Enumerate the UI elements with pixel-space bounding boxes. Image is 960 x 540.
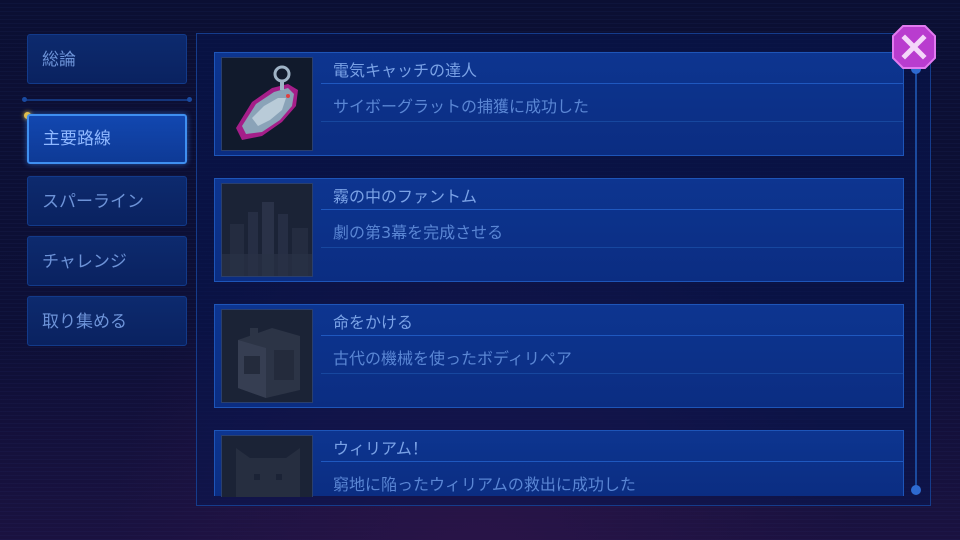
close-button[interactable] (891, 24, 937, 70)
scrollbar-end (911, 485, 921, 495)
achievement-title: 命をかける (333, 313, 414, 332)
sidebar-item-challenge[interactable]: チャレンジ (27, 236, 187, 286)
achievement-card[interactable]: 霧の中のファントム 劇の第3幕を完成させる (214, 178, 904, 282)
divider (321, 247, 903, 248)
sidebar-divider (22, 97, 192, 102)
sidebar-item-main-route[interactable]: 主要路線 (27, 114, 187, 164)
divider (321, 121, 903, 122)
achievement-title: ウィリアム！ (333, 439, 428, 458)
achievement-title: 電気キャッチの達人 (333, 61, 478, 80)
achievement-card[interactable]: ウィリアム！ 窮地に陥ったウィリアムの救出に成功した (214, 430, 904, 497)
cat-william-icon (221, 435, 313, 497)
sidebar-item-overview[interactable]: 総論 (27, 34, 187, 84)
achievement-description: 古代の機械を使ったボディリペア (333, 349, 572, 368)
foggy-city-icon (221, 183, 313, 277)
divider (321, 461, 903, 462)
achievement-title: 霧の中のファントム (333, 187, 478, 206)
ancient-machine-icon (221, 309, 313, 403)
cyborg-rat-icon (221, 57, 313, 151)
achievement-card[interactable]: 電気キャッチの達人 サイボーグラットの捕獲に成功した (214, 52, 904, 156)
divider (321, 209, 903, 210)
achievement-description: 劇の第3幕を完成させる (333, 223, 504, 242)
achievement-description: 窮地に陥ったウィリアムの救出に成功した (333, 475, 636, 494)
close-icon (892, 25, 936, 69)
divider (321, 373, 903, 374)
divider (321, 83, 903, 84)
achievement-description: サイボーグラットの捕獲に成功した (333, 97, 590, 116)
divider (321, 335, 903, 336)
sidebar-item-sideline[interactable]: スパーライン (27, 176, 187, 226)
achievement-card[interactable]: 命をかける 古代の機械を使ったボディリペア (214, 304, 904, 408)
sidebar-item-collect[interactable]: 取り集める (27, 296, 187, 346)
scrollbar-track[interactable] (915, 68, 917, 492)
